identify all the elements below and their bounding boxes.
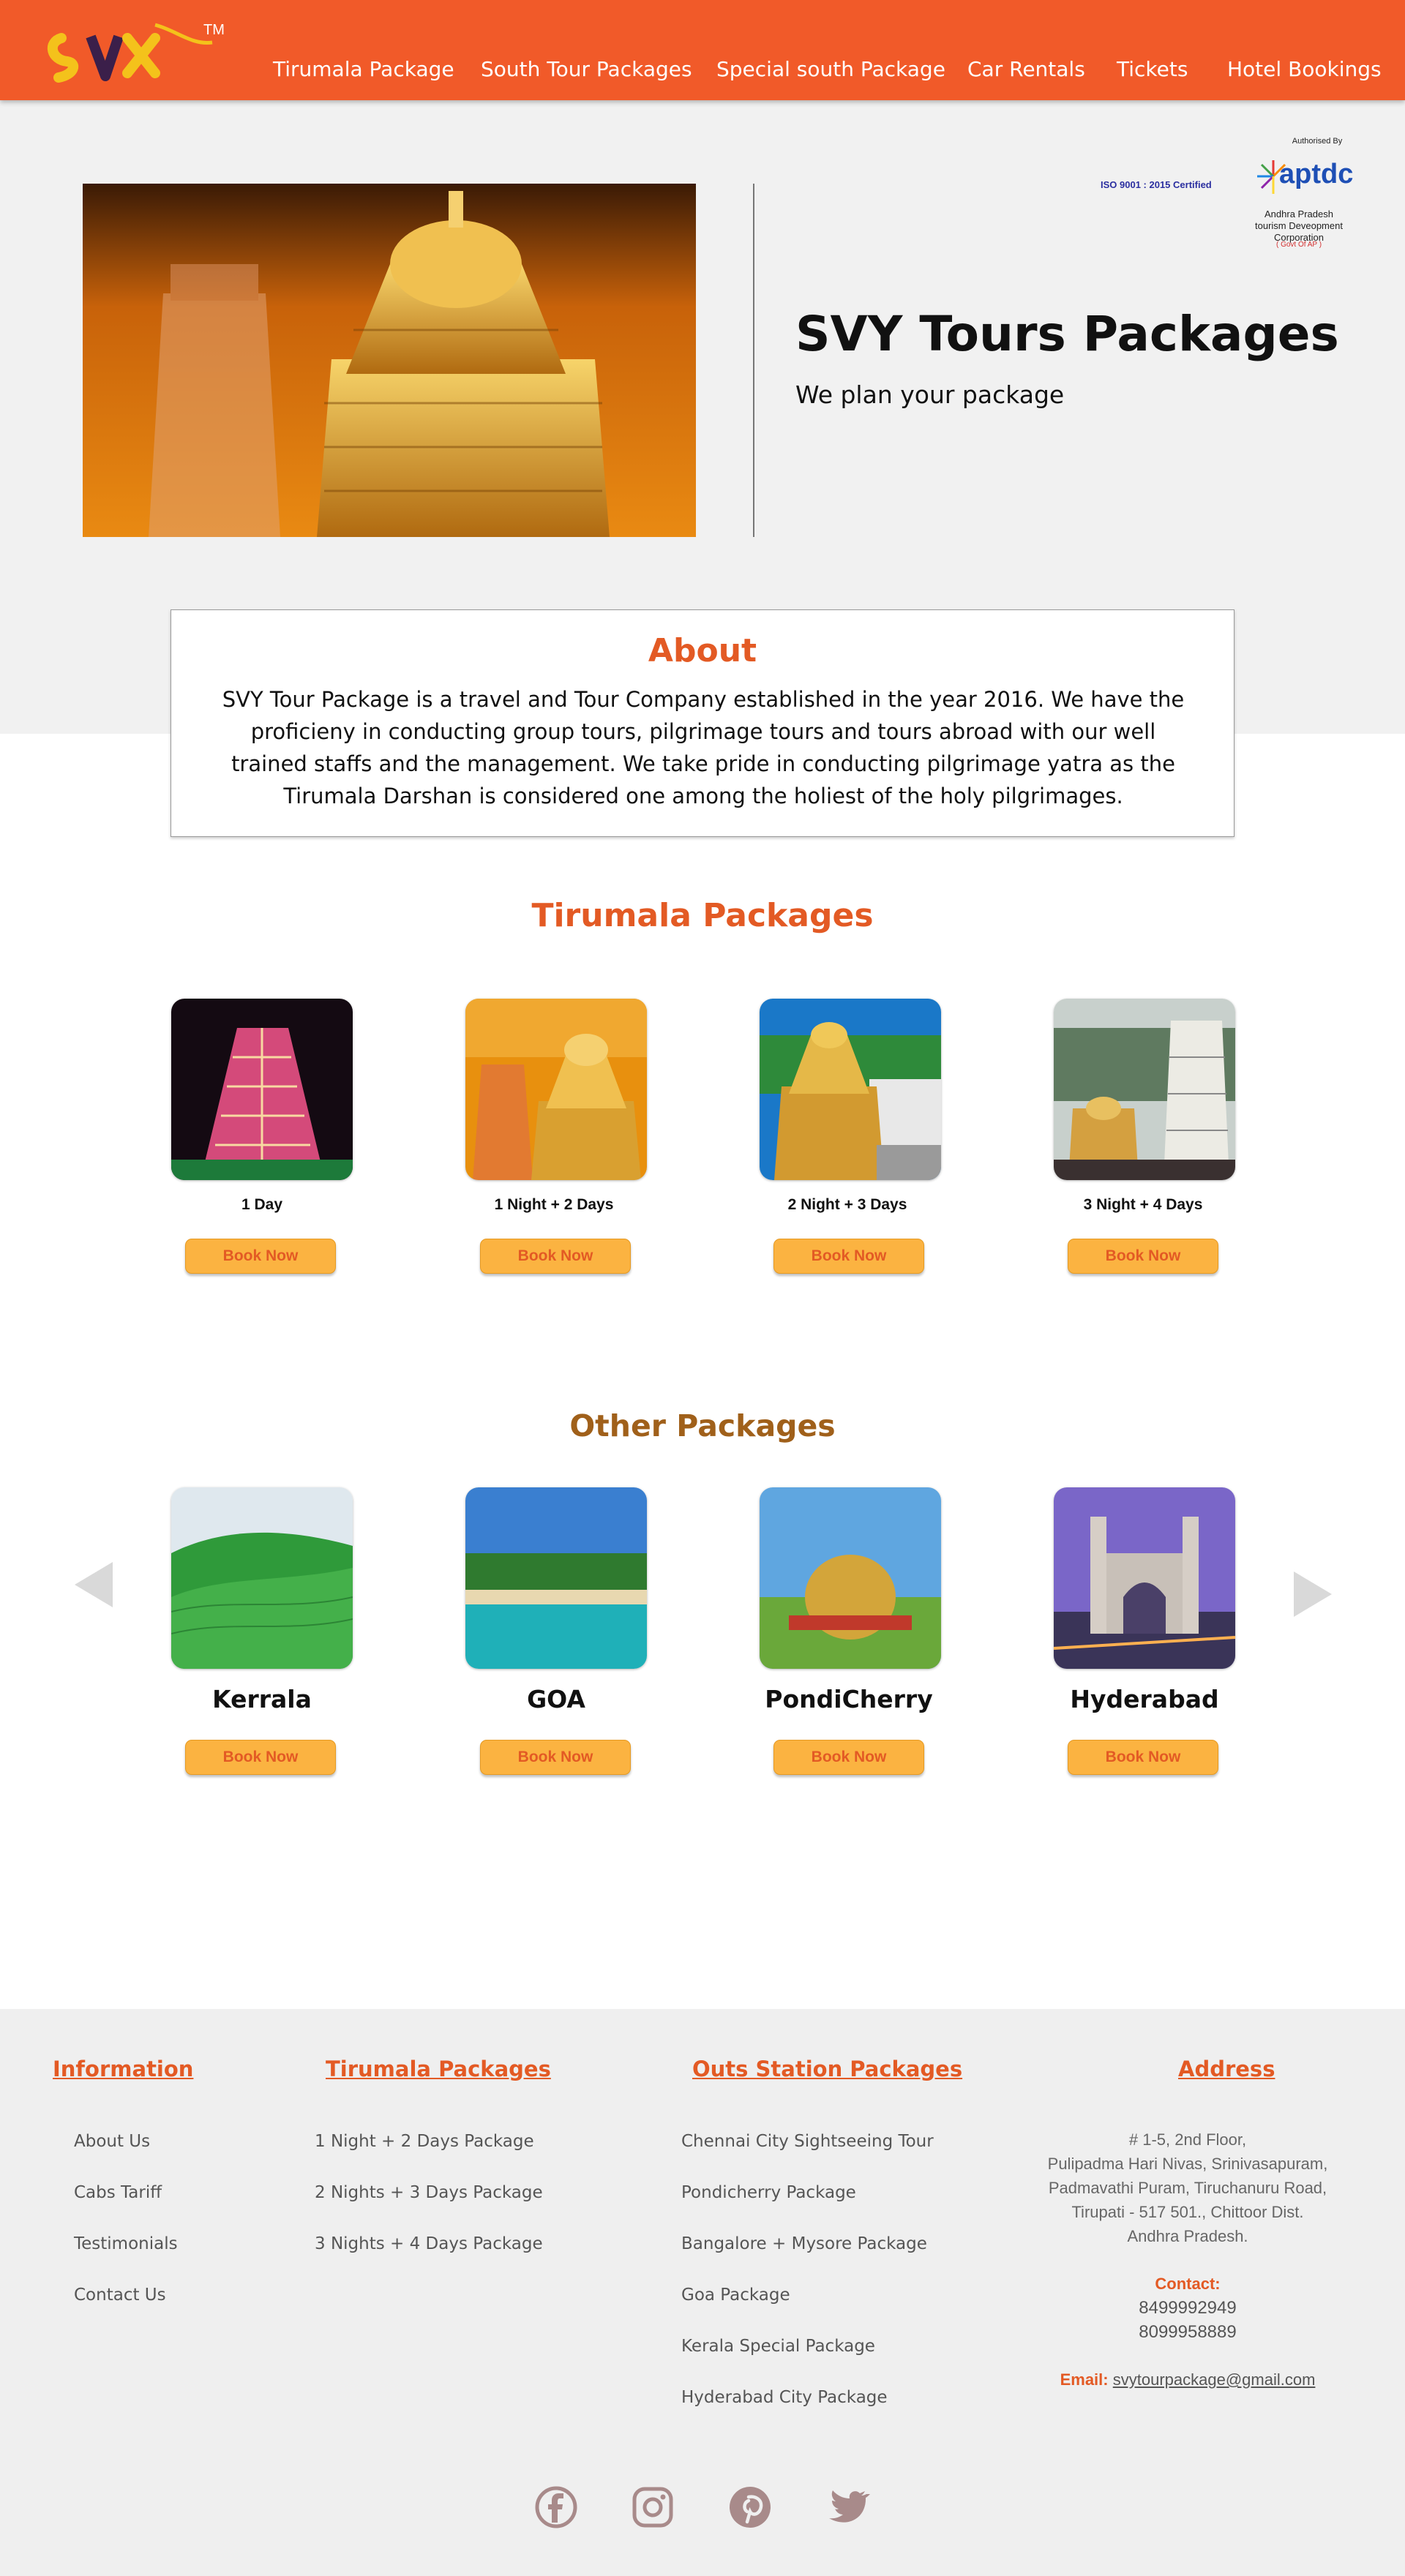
carousel-next-arrow-icon[interactable] — [1291, 1569, 1335, 1620]
email-row: Email: svytourpackage@gmail.com — [1017, 2367, 1358, 2392]
tirumala-2n3d-image[interactable] — [760, 999, 941, 1180]
footer-link-goa[interactable]: Goa Package — [681, 2286, 790, 2305]
tirumala-packages-title: Tirumala Packages — [531, 897, 874, 934]
address-line: Pulipadma Hari Nivas, Srinivasapuram, — [1047, 2155, 1328, 2173]
footer-link-3n4d[interactable]: 3 Nights + 4 Days Package — [315, 2234, 543, 2253]
other-package-label: GOA — [527, 1685, 585, 1713]
other-package-label: Hyderabad — [1070, 1685, 1219, 1713]
footer-information-heading[interactable]: Information — [53, 2057, 193, 2081]
email-link[interactable]: svytourpackage@gmail.com — [1113, 2370, 1316, 2389]
book-now-button[interactable]: Book Now — [1068, 1239, 1218, 1274]
about-text: SVY Tour Package is a travel and Tour Co… — [222, 687, 1185, 808]
hero-title: SVY Tours Packages — [795, 306, 1339, 362]
tirumala-1n2d-image[interactable] — [465, 999, 647, 1180]
hero-subtitle: We plan your package — [795, 380, 1065, 409]
other-package-label: Kerrala — [212, 1685, 312, 1713]
other-package-label: PondiCherry — [765, 1685, 933, 1713]
address-line: Tirupati - 517 501., Chittoor Dist. — [1071, 2203, 1304, 2221]
twitter-icon[interactable] — [824, 2484, 871, 2531]
footer-link-pondicherry[interactable]: Pondicherry Package — [681, 2183, 856, 2202]
govt-of-ap-text: ( Govt Of AP ) — [1275, 241, 1322, 249]
footer-link-chennai[interactable]: Chennai City Sightseeing Tour — [681, 2132, 934, 2151]
book-now-button[interactable]: Book Now — [773, 1740, 924, 1775]
footer-outstation-heading[interactable]: Outs Station Packages — [692, 2057, 962, 2081]
tirumala-card-label: 2 Night + 3 Days — [787, 1196, 907, 1213]
footer-link-hyderabad[interactable]: Hyderabad City Package — [681, 2388, 888, 2407]
email-label: Email: — [1060, 2370, 1109, 2389]
nav-car-rentals[interactable]: Car Rentals — [967, 57, 1085, 81]
goa-image[interactable] — [465, 1487, 647, 1669]
nav-tirumala-package[interactable]: Tirumala Package — [273, 57, 454, 81]
contact-label: Contact: — [1155, 2275, 1221, 2293]
footer-tirumala-heading[interactable]: Tirumala Packages — [326, 2057, 551, 2081]
aptdc-certification: Authorised By ISO 9001 : 2015 Certified … — [1090, 134, 1368, 258]
footer-link-kerala[interactable]: Kerala Special Package — [681, 2337, 875, 2356]
hyderabad-image[interactable] — [1054, 1487, 1235, 1669]
phone-number[interactable]: 8499992949 — [1017, 2296, 1358, 2320]
tirumala-card-label: 3 Night + 4 Days — [1083, 1196, 1203, 1213]
footer-link-about-us[interactable]: About Us — [74, 2132, 150, 2151]
other-packages-title: Other Packages — [569, 1408, 836, 1443]
iso-certified-text: ISO 9001 : 2015 Certified — [1101, 179, 1212, 190]
footer-address-heading: Address — [1178, 2057, 1275, 2081]
tirumala-card-label: 1 Night + 2 Days — [494, 1196, 614, 1213]
book-now-button[interactable]: Book Now — [480, 1740, 631, 1775]
address-line: # 1-5, 2nd Floor, — [1128, 2130, 1247, 2149]
carousel-prev-arrow-icon[interactable] — [72, 1559, 116, 1610]
footer-address-block: # 1-5, 2nd Floor, Pulipadma Hari Nivas, … — [1017, 2128, 1358, 2392]
instagram-icon[interactable] — [629, 2484, 676, 2531]
pondicherry-image[interactable] — [760, 1487, 941, 1669]
footer-link-bangalore-mysore[interactable]: Bangalore + Mysore Package — [681, 2234, 927, 2253]
footer-link-testimonials[interactable]: Testimonials — [74, 2234, 178, 2253]
about-title: About — [648, 632, 757, 669]
authorised-by-text: Authorised By — [1292, 137, 1343, 146]
tirumala-card-label: 1 Day — [241, 1196, 283, 1213]
facebook-icon[interactable] — [533, 2484, 580, 2531]
hero-divider — [753, 184, 754, 537]
aptdc-org-name: Andhra Pradesh tourism Deveopment Corpor… — [1255, 209, 1343, 243]
address-line: Padmavathi Puram, Tiruchanuru Road, — [1048, 2179, 1327, 2197]
aptdc-logo-text: aptdc — [1279, 159, 1354, 189]
footer-link-contact-us[interactable]: Contact Us — [74, 2286, 166, 2305]
footer-link-2n3d[interactable]: 2 Nights + 3 Days Package — [315, 2183, 543, 2202]
about-card: About SVY Tour Package is a travel and T… — [171, 609, 1234, 837]
book-now-button[interactable]: Book Now — [1068, 1740, 1218, 1775]
hero-temple-image — [83, 184, 696, 537]
nav-tickets[interactable]: Tickets — [1117, 57, 1188, 81]
footer-link-cabs-tariff[interactable]: Cabs Tariff — [74, 2183, 162, 2202]
trademark-mark: TM — [203, 22, 225, 38]
tirumala-3n4d-image[interactable] — [1054, 999, 1235, 1180]
footer-link-1n2d[interactable]: 1 Night + 2 Days Package — [315, 2132, 534, 2151]
book-now-button[interactable]: Book Now — [480, 1239, 631, 1274]
book-now-button[interactable]: Book Now — [185, 1239, 336, 1274]
kerala-image[interactable] — [171, 1487, 353, 1669]
main-nav: Tirumala Package South Tour Packages Spe… — [0, 57, 1405, 86]
site-header: TM Tirumala Package South Tour Packages … — [0, 0, 1405, 100]
address-line: Andhra Pradesh. — [1127, 2227, 1248, 2245]
nav-south-tour-packages[interactable]: South Tour Packages — [481, 57, 692, 81]
book-now-button[interactable]: Book Now — [773, 1239, 924, 1274]
nav-hotel-bookings[interactable]: Hotel Bookings — [1227, 57, 1382, 81]
pinterest-icon[interactable] — [727, 2484, 773, 2531]
tirumala-1day-image[interactable] — [171, 999, 353, 1180]
nav-special-south-package[interactable]: Special south Package — [716, 57, 945, 81]
book-now-button[interactable]: Book Now — [185, 1740, 336, 1775]
phone-number[interactable]: 8099958889 — [1017, 2320, 1358, 2344]
